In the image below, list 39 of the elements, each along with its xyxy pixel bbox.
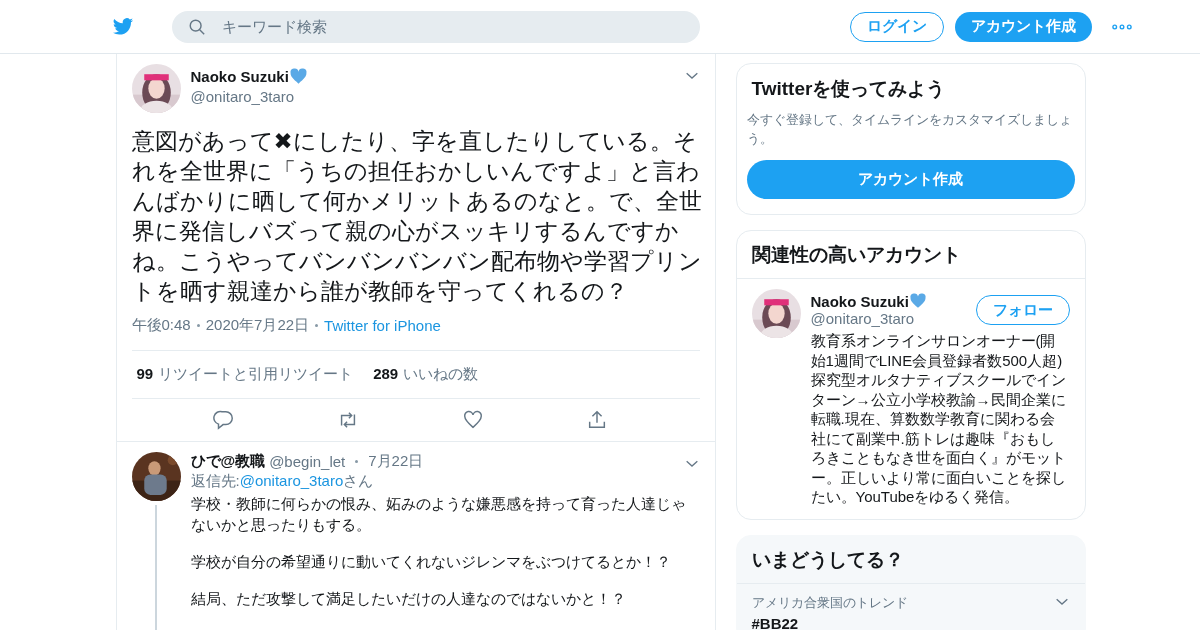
trend-name[interactable]: #BB22 (751, 614, 908, 630)
user-handle[interactable]: @begin_let (269, 453, 346, 470)
stat-count[interactable]: 99 (136, 365, 154, 382)
search-field[interactable]: キーワード検索 (172, 10, 700, 43)
mention-link[interactable]: @onitaro_3taro (239, 472, 344, 489)
more-icon[interactable] (1112, 23, 1132, 30)
reply-text: 学校・教師に何らかの恨み、妬みのような嫌悪感を持って育った人達じゃないかと思ったりもする。 (190, 494, 687, 535)
signup-button[interactable]: アカウント作成 (746, 160, 1075, 199)
reply-date[interactable]: 7月22日 (368, 452, 424, 471)
heart-icon (288, 67, 308, 86)
user-handle[interactable]: @onitaro_3taro (810, 310, 927, 327)
card-description: 今すぐ登録して、タイムラインをカスタマイズしましょう。 (746, 111, 1073, 148)
user-name[interactable]: Naoko Suzuki (190, 68, 289, 85)
tweet-text: 意図があって✖にしたり、字を直したりしている。それを全世界に「うちの担任おかしいんですよ」と言わんばかりに晒して何かメリットあるのなと。で、全世界に発信しバズって親の心がスッキリするんですかね。こうやってバンバンバンバン配布物や学習プリントを晒す親達から誰が教師を守ってくれるの？ (131, 127, 703, 306)
reply-icon[interactable] (212, 409, 235, 431)
stat-count[interactable]: 289 (373, 365, 399, 382)
user-handle[interactable]: @onitaro_3taro (190, 88, 308, 105)
reply-to-suffix: さん (343, 472, 374, 489)
tweet-time[interactable]: 午後0:48 (131, 316, 191, 335)
user-name[interactable]: Naoko Suzuki (810, 292, 909, 310)
user-bio: 教育系オンラインサロンオーナー(開始1週間でLINE会員登録者数500人超)探究型オルタナティブスクールでインターン→公立小学校教諭→民間企業に転職.現在、算数数学教育に関わる会社にて副業中.筋トレは趣味『おもしろきこともなき世を面白く』がモットー。正しいより常に面白いことを探したい。YouTubeをゆるく発信。 (810, 331, 1067, 507)
trend-context: アメリカ合衆国のトレンド (751, 593, 908, 612)
reply-text: 結局、ただ攻撃して満足したいだけの人達なのではないかと！？ (190, 589, 627, 609)
card-title: 関連性の高いアカウント (736, 231, 1085, 279)
reply-text: 学校が自分の希望通りに動いてくれないジレンマをぶつけてるとか！？ (190, 552, 672, 572)
stat-label[interactable]: いいねの数 (403, 365, 479, 382)
signup-button[interactable]: アカウント作成 (955, 11, 1092, 42)
card-title: Twitterを使ってみよう (751, 77, 947, 101)
search-icon (188, 17, 206, 36)
source-link[interactable]: Twitter for iPhone (324, 317, 441, 334)
heart-icon (908, 292, 927, 310)
tweet-date[interactable]: 2020年7月22日 (205, 316, 310, 335)
like-icon[interactable] (461, 409, 484, 431)
card-title: いまどうしてる？ (736, 535, 1085, 584)
login-button[interactable]: ログイン (850, 11, 944, 42)
reply-to-label: 返信先: (190, 472, 240, 489)
stat-label[interactable]: リツイートと引用リツイート (158, 365, 354, 382)
follow-button[interactable]: フォロー (975, 295, 1070, 325)
user-name[interactable]: ひで@教職 (190, 452, 266, 471)
